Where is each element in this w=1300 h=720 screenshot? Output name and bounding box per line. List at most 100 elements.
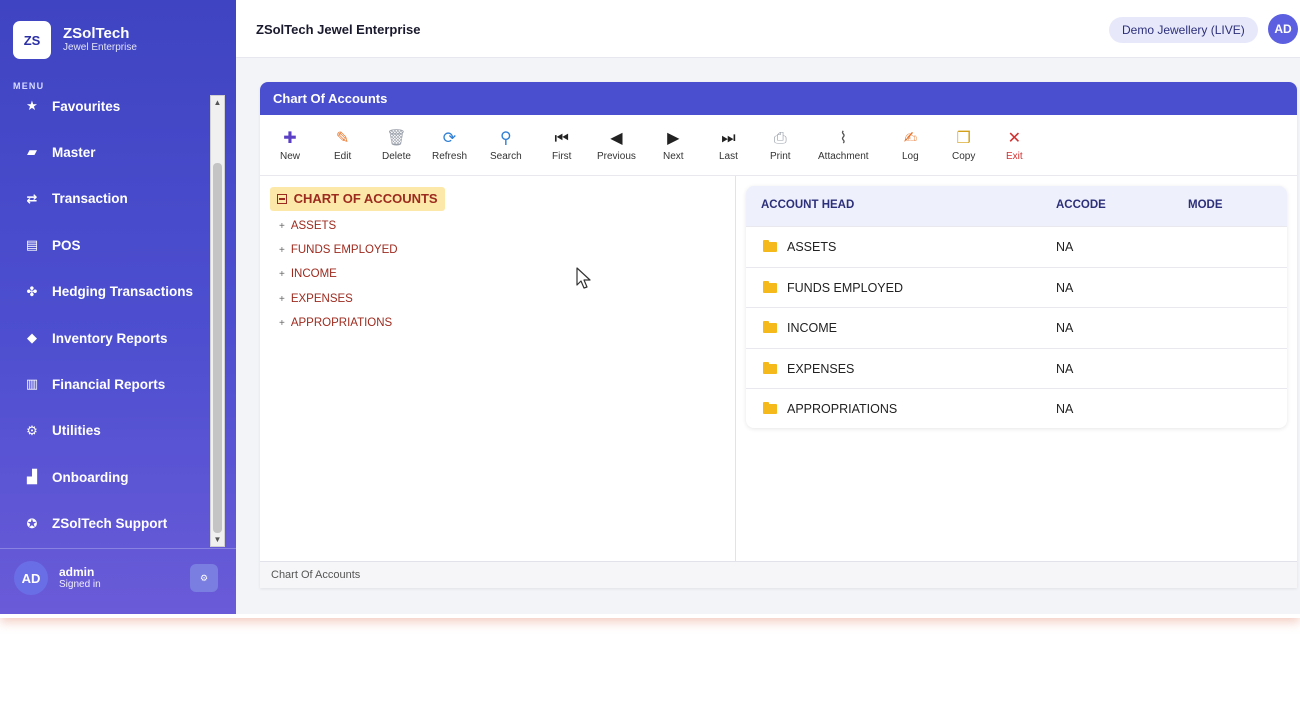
toolbar-button-label: Print bbox=[770, 151, 791, 162]
column-header[interactable]: ACCOUNT HEAD bbox=[761, 199, 854, 211]
sidebar-item-label: Inventory Reports bbox=[52, 330, 168, 346]
print-button[interactable]: ⎙ Print bbox=[770, 129, 791, 165]
search-button[interactable]: ⚲ Search bbox=[490, 129, 522, 165]
toolbar-button-label: First bbox=[552, 151, 572, 162]
brand-subtitle: Jewel Enterprise bbox=[63, 42, 137, 53]
last-button[interactable]: ⏭ Last bbox=[719, 129, 738, 165]
table-row[interactable]: ASSETS NA bbox=[746, 226, 1287, 267]
expand-icon[interactable]: + bbox=[279, 245, 285, 256]
accode-cell: NA bbox=[1056, 280, 1074, 295]
previous-button[interactable]: ◀ Previous bbox=[597, 129, 636, 165]
expand-icon[interactable]: + bbox=[279, 269, 285, 280]
tree-node[interactable]: + APPROPRIATIONS bbox=[279, 317, 392, 329]
account-head-cell: APPROPRIATIONS bbox=[787, 402, 898, 417]
tree-node[interactable]: + INCOME bbox=[279, 268, 337, 280]
sidebar: ZS ZSolTech Jewel Enterprise MENU ★ Favou… bbox=[0, 0, 236, 614]
table-row[interactable]: EXPENSES NA bbox=[746, 347, 1287, 389]
log-icon: ✍ bbox=[903, 130, 918, 147]
sidebar-item-favourites[interactable]: ★ Favourites bbox=[0, 86, 208, 126]
toolbar-button-label: Next bbox=[663, 151, 684, 162]
expand-icon[interactable]: + bbox=[279, 318, 285, 329]
tree-root[interactable]: CHART OF ACCOUNTS bbox=[270, 187, 445, 211]
sidebar-item-utilities[interactable]: ⚙ Utilities bbox=[0, 411, 208, 451]
tree-node[interactable]: + EXPENSES bbox=[279, 293, 353, 305]
search-icon: ⚲ bbox=[499, 130, 512, 147]
toolbar-button-label: New bbox=[280, 151, 301, 162]
accode-cell: NA bbox=[1056, 402, 1074, 417]
delete-button[interactable]: 🗑 Delete bbox=[382, 129, 411, 165]
new-button[interactable]: ✚ New bbox=[280, 129, 300, 165]
tree-node-label: INCOME bbox=[290, 268, 337, 281]
table-header: ACCOUNT HEAD ACCODE MODE bbox=[746, 186, 1287, 226]
sidebar-item-label: Hedging Transactions bbox=[52, 284, 194, 300]
sidebar-item-master[interactable]: ▰ Master bbox=[0, 132, 208, 172]
sidebar-item-transaction[interactable]: ⇄ Transaction bbox=[0, 179, 208, 219]
status-bar: Chart Of Accounts bbox=[260, 561, 1297, 588]
account-head-cell: FUNDS EMPLOYED bbox=[787, 280, 903, 295]
sidebar-item-zsoltech-support[interactable]: ✪ ZSolTech Support bbox=[0, 504, 208, 544]
tree-node-label: EXPENSES bbox=[290, 292, 353, 305]
copy-icon: ❐ bbox=[956, 130, 971, 147]
user-avatar[interactable]: AD bbox=[1268, 14, 1298, 44]
tree-node-label: APPROPRIATIONS bbox=[290, 316, 393, 329]
attachment-button[interactable]: ⌇ Attachment bbox=[818, 129, 869, 165]
sidebar-item-hedging-transactions[interactable]: ✤ Hedging Transactions bbox=[0, 272, 208, 312]
expand-icon[interactable]: + bbox=[279, 294, 285, 305]
company-selector[interactable]: Demo Jewellery (LIVE) bbox=[1109, 17, 1258, 43]
next-button[interactable]: ▶ Next bbox=[663, 129, 684, 165]
toolbar-button-label: Delete bbox=[382, 151, 411, 162]
sidebar-scrollbar[interactable]: ▲ ▼ bbox=[210, 95, 225, 547]
brand[interactable]: ZS ZSolTech Jewel Enterprise bbox=[13, 21, 137, 59]
chart-of-accounts-panel: Chart Of Accounts ✚ New ✎ Edit 🗑 Delete ⟳ Refre… bbox=[260, 82, 1297, 588]
sidebar-item-label: Master bbox=[52, 144, 96, 160]
accode-cell: NA bbox=[1056, 240, 1074, 254]
scroll-thumb[interactable] bbox=[213, 163, 222, 533]
refresh-button[interactable]: ⟳ Refresh bbox=[432, 129, 467, 165]
table-row[interactable]: FUNDS EMPLOYED NA bbox=[746, 266, 1287, 308]
app-window: ZS ZSolTech Jewel Enterprise MENU ★ Favou… bbox=[0, 0, 1300, 614]
log-button[interactable]: ✍ Log bbox=[902, 129, 919, 165]
transfer-icon: ⇄ bbox=[26, 190, 38, 206]
plus-icon: ✚ bbox=[283, 130, 297, 147]
tree-node[interactable]: + ASSETS bbox=[279, 220, 336, 232]
user-name: admin bbox=[59, 565, 95, 579]
sidebar-item-pos[interactable]: ▤ POS bbox=[0, 225, 208, 265]
handshake-icon: ✤ bbox=[26, 283, 38, 299]
sidebar-item-financial-reports[interactable]: ▥ Financial Reports bbox=[0, 364, 208, 404]
tree-node[interactable]: + FUNDS EMPLOYED bbox=[279, 244, 398, 256]
sidebar-item-label: ZSolTech Support bbox=[52, 516, 168, 532]
first-button[interactable]: ⏮ First bbox=[552, 129, 571, 165]
bar-chart-icon: ▥ bbox=[25, 376, 39, 392]
toolbar-button-label: Exit bbox=[1006, 151, 1023, 162]
table-row[interactable]: APPROPRIATIONS NA bbox=[746, 388, 1287, 428]
exit-button[interactable]: ✕ Exit bbox=[1006, 129, 1023, 165]
collapse-icon[interactable] bbox=[277, 194, 287, 204]
tree-node-label: ASSETS bbox=[290, 220, 337, 232]
account-head-cell: ASSETS bbox=[787, 240, 837, 254]
panel-title: Chart Of Accounts bbox=[260, 82, 1297, 115]
sidebar-item-label: POS bbox=[52, 237, 81, 253]
print-icon: ⎙ bbox=[773, 130, 787, 147]
account-head-cell: INCOME bbox=[787, 321, 837, 336]
avatar[interactable]: AD bbox=[14, 561, 48, 595]
sidebar-item-inventory-reports[interactable]: ◆ Inventory Reports bbox=[0, 318, 208, 358]
folder-icon bbox=[763, 361, 777, 374]
user-area: AD admin Signed in ⚙ bbox=[0, 548, 236, 614]
user-settings-button[interactable]: ⚙ bbox=[190, 564, 218, 592]
gear-icon: ⚙ bbox=[199, 572, 209, 583]
column-header[interactable]: ACCODE bbox=[1056, 199, 1106, 211]
tree-node-label: FUNDS EMPLOYED bbox=[290, 244, 398, 257]
trash-icon: 🗑 bbox=[386, 130, 407, 147]
edit-button[interactable]: ✎ Edit bbox=[334, 129, 351, 165]
table-row[interactable]: INCOME NA bbox=[746, 307, 1287, 348]
pencil-icon: ✎ bbox=[335, 130, 350, 147]
expand-icon[interactable]: + bbox=[279, 221, 285, 232]
sidebar-item-onboarding[interactable]: ▟ Onboarding bbox=[0, 457, 208, 497]
scroll-up-arrow-icon[interactable]: ▲ bbox=[211, 96, 224, 109]
accode-cell: NA bbox=[1056, 361, 1074, 376]
scroll-down-arrow-icon[interactable]: ▼ bbox=[211, 533, 224, 546]
brand-logo: ZS bbox=[13, 21, 51, 59]
column-header[interactable]: MODE bbox=[1188, 199, 1223, 211]
copy-button[interactable]: ❐ Copy bbox=[952, 129, 975, 165]
toolbar-button-label: Last bbox=[719, 151, 738, 162]
